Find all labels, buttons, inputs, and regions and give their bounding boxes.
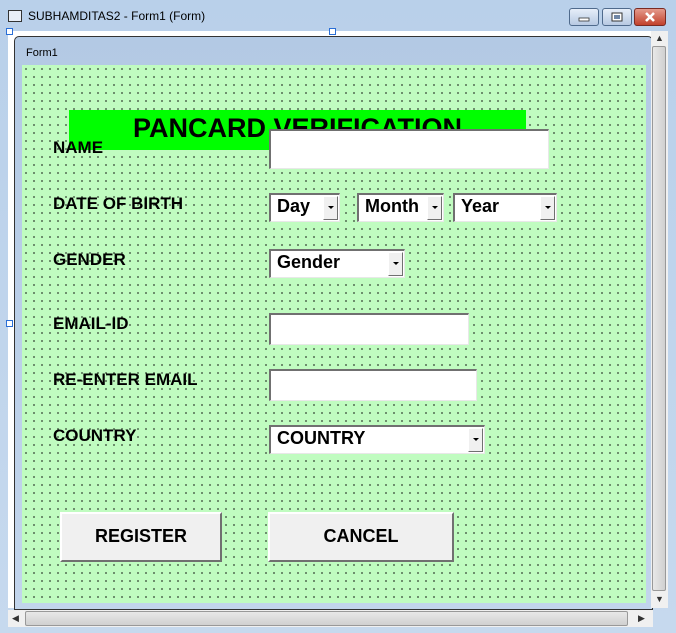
cancel-button[interactable]: CANCEL [268,512,454,562]
form-canvas: PANCARD VERIFICATION NAME DATE OF BIRTH … [22,65,646,603]
resize-handle[interactable] [329,28,336,35]
scroll-right-icon[interactable]: ▶ [638,613,645,624]
year-select[interactable]: Year [453,193,557,222]
chevron-down-icon[interactable] [540,196,555,220]
gender-select[interactable]: Gender [269,249,405,278]
month-select[interactable]: Month [357,193,444,222]
chevron-down-icon[interactable] [323,196,338,220]
resize-handle[interactable] [6,28,13,35]
horizontal-scrollbar[interactable]: ◀ ▶ [8,610,653,627]
resize-handle[interactable] [6,320,13,327]
form-window: Form1 PANCARD VERIFICATION NAME DATE OF … [14,36,653,610]
name-input[interactable] [269,129,549,169]
form-icon [8,10,22,22]
country-label: COUNTRY [53,426,137,445]
register-button[interactable]: REGISTER [60,512,222,562]
vertical-scroll-thumb[interactable] [652,46,666,591]
email-input[interactable] [269,313,469,345]
country-select[interactable]: COUNTRY [269,425,485,454]
dob-label: DATE OF BIRTH [53,194,184,213]
reemail-label: RE-ENTER EMAIL [53,370,198,389]
month-value: Month [365,196,419,216]
scroll-up-icon[interactable]: ▲ [655,33,664,43]
scroll-left-icon[interactable]: ◀ [12,613,19,624]
close-button[interactable] [634,8,666,26]
form-caption: Form1 [26,47,58,59]
year-value: Year [461,196,500,216]
close-icon [645,12,655,22]
scroll-down-icon[interactable]: ▼ [655,594,664,604]
horizontal-scroll-thumb[interactable] [25,611,628,626]
title-bar: SUBHAMDITAS2 - Form1 (Form) [0,0,676,30]
minimize-icon [578,17,590,22]
day-select[interactable]: Day [269,193,340,222]
maximize-icon [611,12,623,22]
gender-label: GENDER [53,250,126,269]
window-title: SUBHAMDITAS2 - Form1 (Form) [28,9,206,23]
vertical-scrollbar[interactable]: ▲ ▼ [651,31,668,608]
chevron-down-icon[interactable] [388,252,403,276]
ide-window: SUBHAMDITAS2 - Form1 (Form) Form1 PANCAR… [0,0,676,633]
gender-value: Gender [277,252,341,272]
email-label: EMAIL-ID [53,314,129,333]
chevron-down-icon[interactable] [427,196,442,220]
reemail-input[interactable] [269,369,477,401]
day-value: Day [277,196,311,216]
country-value: COUNTRY [277,428,366,448]
maximize-button[interactable] [602,8,632,26]
minimize-button[interactable] [569,8,599,26]
chevron-down-icon[interactable] [468,428,483,452]
name-label: NAME [53,138,104,157]
